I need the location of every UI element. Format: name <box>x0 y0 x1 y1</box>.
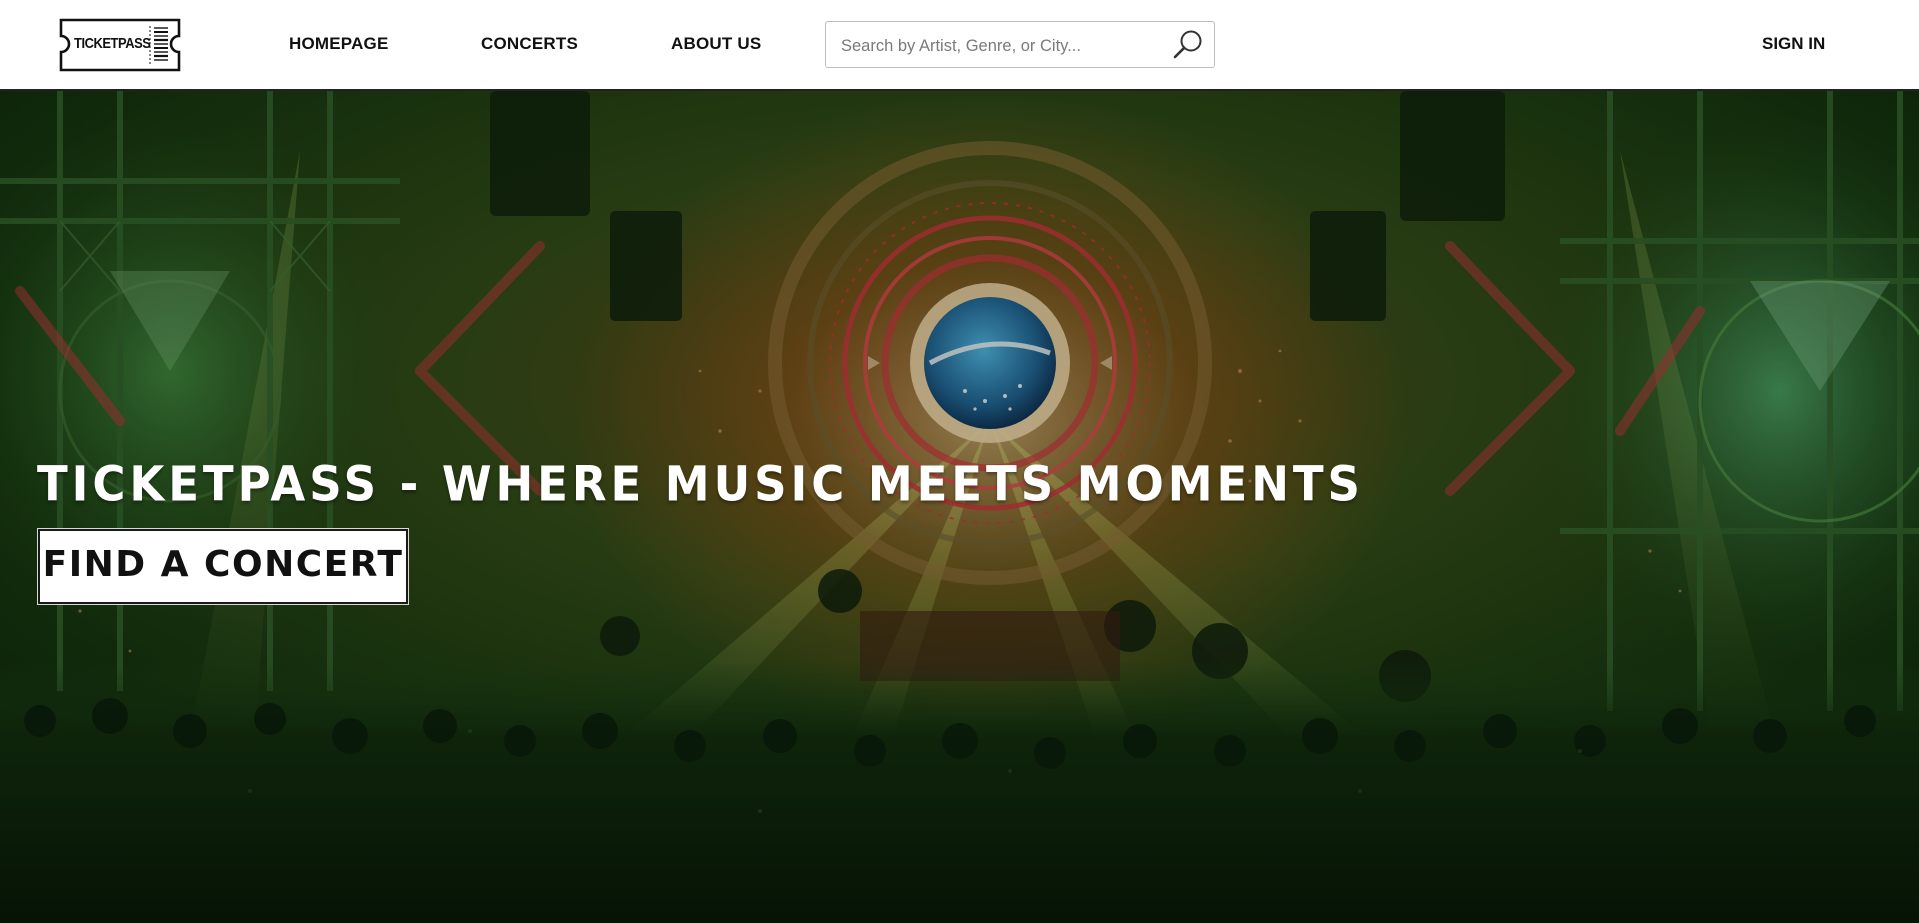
nav-homepage[interactable]: HOMEPAGE <box>289 34 389 54</box>
site-header: TICKETPASS HOMEPAGE CONCERTS ABOUT US SI… <box>0 0 1919 91</box>
find-concert-button[interactable]: FIND A CONCERT <box>38 529 408 604</box>
nav-about-us[interactable]: ABOUT US <box>671 34 761 54</box>
sign-in-link[interactable]: SIGN IN <box>1762 34 1825 54</box>
find-concert-label: FIND A CONCERT <box>42 544 404 585</box>
hero-title: TICKETPASS - WHERE MUSIC MEETS MOMENTS <box>37 456 1364 513</box>
ticketpass-logo[interactable]: TICKETPASS <box>57 18 183 72</box>
search-bar <box>825 21 1215 68</box>
search-button[interactable] <box>1170 27 1206 63</box>
nav-concerts[interactable]: CONCERTS <box>481 34 578 54</box>
search-input[interactable] <box>839 32 1163 60</box>
logo-wordmark: TICKETPASS <box>74 35 151 52</box>
search-icon <box>1173 30 1202 59</box>
hero-section: TICKETPASS - WHERE MUSIC MEETS MOMENTS F… <box>0 91 1919 923</box>
